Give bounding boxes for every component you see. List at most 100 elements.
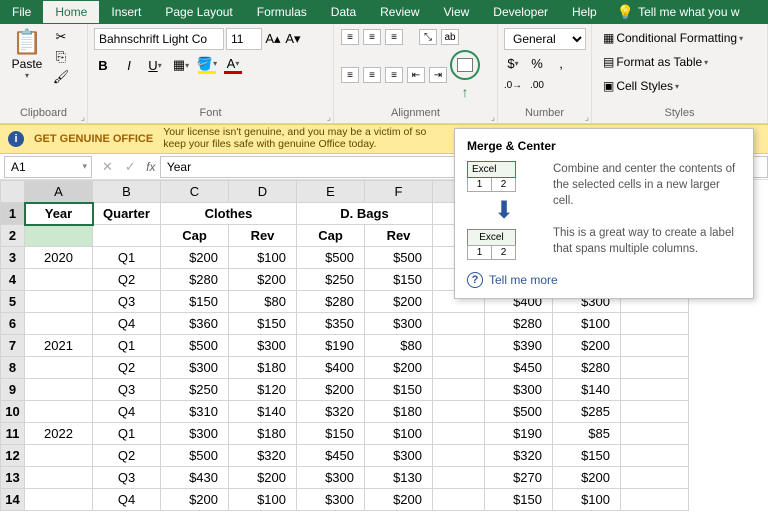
cell-F12[interactable]: $300	[365, 445, 433, 467]
cell-A14[interactable]	[25, 489, 93, 511]
cell-J12[interactable]	[621, 445, 689, 467]
cell-E5[interactable]: $280	[297, 291, 365, 313]
cell-E11[interactable]: $150	[297, 423, 365, 445]
cell-I13[interactable]: $200	[553, 467, 621, 489]
cell-I9[interactable]: $140	[553, 379, 621, 401]
cell-H12[interactable]: $320	[485, 445, 553, 467]
cell-B14[interactable]: Q4	[93, 489, 161, 511]
tab-page-layout[interactable]: Page Layout	[153, 1, 244, 23]
row-header-14[interactable]: 14	[1, 489, 25, 511]
cell-B13[interactable]: Q3	[93, 467, 161, 489]
cell-F3[interactable]: $500	[365, 247, 433, 269]
cell-C14[interactable]: $200	[161, 489, 229, 511]
tab-insert[interactable]: Insert	[99, 1, 153, 23]
cell-C13[interactable]: $430	[161, 467, 229, 489]
tab-formulas[interactable]: Formulas	[245, 1, 319, 23]
cell-D2[interactable]: Rev	[229, 225, 297, 247]
cell-C2[interactable]: Cap	[161, 225, 229, 247]
cell-styles-button[interactable]: ▣Cell Styles▾	[598, 76, 684, 96]
wrap-text-icon[interactable]: ab	[441, 29, 459, 45]
cell-D8[interactable]: $180	[229, 357, 297, 379]
col-header-F[interactable]: F	[365, 181, 433, 203]
cell-D10[interactable]: $140	[229, 401, 297, 423]
cell-D11[interactable]: $180	[229, 423, 297, 445]
cell-E3[interactable]: $500	[297, 247, 365, 269]
cell-A8[interactable]	[25, 357, 93, 379]
cell-B12[interactable]: Q2	[93, 445, 161, 467]
cell-E1[interactable]: D. Bags	[297, 203, 433, 225]
fx-icon[interactable]: fx	[142, 160, 160, 174]
cell-F7[interactable]: $80	[365, 335, 433, 357]
cell-E14[interactable]: $300	[297, 489, 365, 511]
tab-view[interactable]: View	[432, 1, 482, 23]
cell-C12[interactable]: $500	[161, 445, 229, 467]
cell-A13[interactable]	[25, 467, 93, 489]
tab-home[interactable]: Home	[43, 1, 99, 23]
row-header-9[interactable]: 9	[1, 379, 25, 401]
cell-C8[interactable]: $300	[161, 357, 229, 379]
cell-J9[interactable]	[621, 379, 689, 401]
cell-G12[interactable]	[433, 445, 485, 467]
cell-A10[interactable]	[25, 401, 93, 423]
cell-H8[interactable]: $450	[485, 357, 553, 379]
cell-E10[interactable]: $320	[297, 401, 365, 423]
cell-J11[interactable]	[621, 423, 689, 445]
cell-A12[interactable]	[25, 445, 93, 467]
cell-A3[interactable]: 2020	[25, 247, 93, 269]
cell-G14[interactable]	[433, 489, 485, 511]
tab-developer[interactable]: Developer	[481, 1, 560, 23]
cell-A4[interactable]	[25, 269, 93, 291]
bold-button[interactable]: B	[94, 56, 112, 74]
comma-icon[interactable]: ,	[552, 54, 570, 72]
cell-B10[interactable]: Q4	[93, 401, 161, 423]
cell-C11[interactable]: $300	[161, 423, 229, 445]
cell-A9[interactable]	[25, 379, 93, 401]
row-header-3[interactable]: 3	[1, 247, 25, 269]
cell-H14[interactable]: $150	[485, 489, 553, 511]
tell-me-more-link[interactable]: Tell me more	[489, 273, 558, 287]
orientation-icon[interactable]: ⤡	[419, 29, 437, 45]
underline-button[interactable]: U▾	[146, 56, 164, 74]
cell-F11[interactable]: $100	[365, 423, 433, 445]
cell-A1[interactable]: Year	[25, 203, 93, 225]
cell-F6[interactable]: $300	[365, 313, 433, 335]
cell-B6[interactable]: Q4	[93, 313, 161, 335]
cell-G10[interactable]	[433, 401, 485, 423]
decrease-font-icon[interactable]: A▾	[284, 30, 302, 48]
row-header-1[interactable]: 1	[1, 203, 25, 225]
tab-data[interactable]: Data	[319, 1, 368, 23]
cell-C3[interactable]: $200	[161, 247, 229, 269]
row-header-11[interactable]: 11	[1, 423, 25, 445]
cell-E13[interactable]: $300	[297, 467, 365, 489]
cell-D9[interactable]: $120	[229, 379, 297, 401]
cell-I7[interactable]: $200	[553, 335, 621, 357]
name-box[interactable]: A1	[4, 156, 92, 178]
cell-B9[interactable]: Q3	[93, 379, 161, 401]
increase-indent-icon[interactable]: ⇥	[429, 67, 447, 83]
cell-J8[interactable]	[621, 357, 689, 379]
fill-color-button[interactable]: 🪣▾	[198, 56, 216, 74]
col-header-E[interactable]: E	[297, 181, 365, 203]
decrease-indent-icon[interactable]: ⇤	[407, 67, 425, 83]
copy-icon[interactable]: ⎘	[52, 48, 70, 66]
cell-H13[interactable]: $270	[485, 467, 553, 489]
cell-G8[interactable]	[433, 357, 485, 379]
cell-G11[interactable]	[433, 423, 485, 445]
cell-B5[interactable]: Q3	[93, 291, 161, 313]
cell-D5[interactable]: $80	[229, 291, 297, 313]
italic-button[interactable]: I	[120, 56, 138, 74]
cell-C10[interactable]: $310	[161, 401, 229, 423]
font-size-combo[interactable]	[226, 28, 262, 50]
col-header-C[interactable]: C	[161, 181, 229, 203]
cell-G13[interactable]	[433, 467, 485, 489]
cell-H11[interactable]: $190	[485, 423, 553, 445]
cell-E12[interactable]: $450	[297, 445, 365, 467]
enter-icon[interactable]: ✓	[119, 159, 142, 175]
cell-C4[interactable]: $280	[161, 269, 229, 291]
align-right-icon[interactable]: ≡	[385, 67, 403, 83]
cut-icon[interactable]: ✂	[52, 28, 70, 46]
row-header-7[interactable]: 7	[1, 335, 25, 357]
cell-E9[interactable]: $200	[297, 379, 365, 401]
cell-F10[interactable]: $180	[365, 401, 433, 423]
cell-F2[interactable]: Rev	[365, 225, 433, 247]
